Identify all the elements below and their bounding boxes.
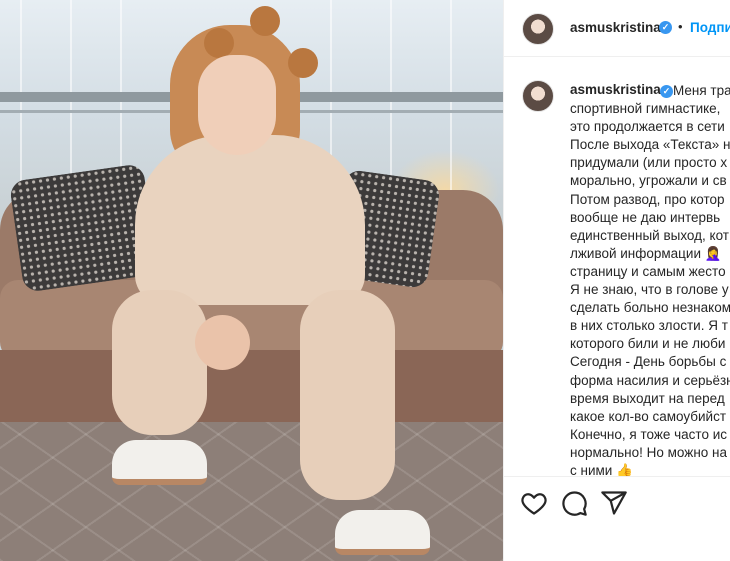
post-photo[interactable] bbox=[0, 0, 503, 561]
follow-button[interactable]: Подпи bbox=[690, 20, 730, 35]
comment-icon[interactable] bbox=[560, 489, 588, 517]
caption-line: какое кол-во самоубийст bbox=[570, 408, 727, 424]
caption-line: форма насилия и серьёзн bbox=[570, 372, 730, 388]
caption-line: спортивной гимнастике, bbox=[570, 101, 721, 117]
caption-line: морально, угрожали и св bbox=[570, 173, 727, 189]
header-username[interactable]: asmuskristina bbox=[570, 20, 661, 35]
face bbox=[198, 55, 276, 155]
share-icon[interactable] bbox=[600, 489, 628, 517]
caption-line: Я не знаю, что в голове у bbox=[570, 282, 729, 298]
caption-line: в них столько злости. Я т bbox=[570, 318, 728, 334]
caption-line: которого били и не люби bbox=[570, 336, 726, 352]
verified-badge-icon: ✓ bbox=[659, 21, 672, 34]
caption-line: Потом развод, про котор bbox=[570, 191, 725, 207]
caption-line: это продолжается в сети bbox=[570, 119, 725, 135]
caption-line: придумали (или просто х bbox=[570, 155, 728, 171]
hair-bun bbox=[204, 28, 234, 58]
separator-dot: • bbox=[678, 19, 683, 34]
sneaker bbox=[112, 440, 207, 485]
hands bbox=[195, 315, 250, 370]
caption-area: asmuskristina ✓ Меня тра спортивной гимн… bbox=[504, 58, 730, 476]
caption-line: Меня тра bbox=[673, 83, 730, 98]
caption-line: нормально! Но можно на bbox=[570, 444, 727, 460]
caption-line: Конечно, я тоже часто ис bbox=[570, 426, 727, 442]
leg bbox=[300, 290, 395, 500]
sneaker bbox=[335, 510, 430, 555]
avatar[interactable] bbox=[522, 13, 554, 45]
hoodie bbox=[135, 135, 365, 305]
caption-line: сделать больно незнаком bbox=[570, 300, 730, 316]
leg bbox=[112, 290, 207, 435]
caption-line: время выходит на перед bbox=[570, 390, 725, 406]
caption-avatar[interactable] bbox=[522, 80, 554, 112]
heart-icon[interactable] bbox=[520, 489, 548, 517]
caption-line: лживой информации 🤦‍♀️ bbox=[570, 245, 722, 261]
post-sidebar: asmuskristina ✓ • Подпи asmuskristina ✓ … bbox=[503, 0, 730, 561]
sofa-base bbox=[0, 350, 503, 422]
action-bar bbox=[504, 476, 730, 526]
post-header: asmuskristina ✓ • Подпи bbox=[504, 0, 730, 57]
caption-line: Сегодня - День борьбы с bbox=[570, 354, 727, 370]
hair-bun bbox=[288, 48, 318, 78]
caption-line: вообще не даю интервь bbox=[570, 209, 721, 225]
caption-line: с ними 👍 bbox=[570, 462, 633, 476]
caption-line: единственный выход, кот bbox=[570, 227, 729, 243]
caption-line: страницу и самым жесто bbox=[570, 263, 726, 279]
caption-line: После выхода «Текста» н bbox=[570, 137, 730, 153]
hair-bun bbox=[250, 6, 280, 36]
caption-text: Меня тра спортивной гимнастике, это прод… bbox=[570, 82, 730, 476]
